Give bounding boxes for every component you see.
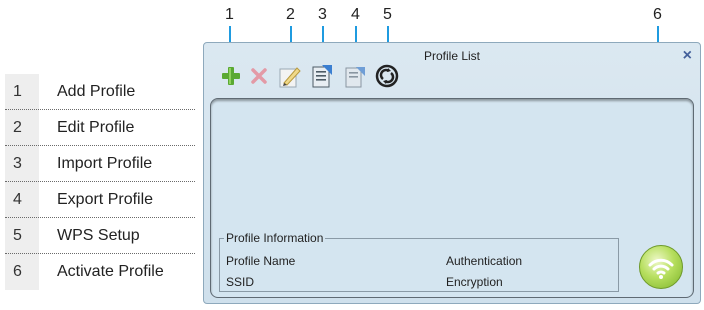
window-title: Profile List bbox=[423, 49, 481, 63]
export-profile-button[interactable] bbox=[341, 63, 367, 89]
authentication-label: Authentication bbox=[446, 254, 523, 268]
legend-label: Activate Profile bbox=[57, 263, 164, 280]
legend-label: Add Profile bbox=[57, 83, 136, 100]
wps-setup-button[interactable] bbox=[374, 63, 400, 89]
legend-label: Import Profile bbox=[57, 155, 153, 172]
ssid-label: SSID bbox=[226, 275, 255, 289]
profile-information-heading: Profile Information bbox=[224, 231, 326, 245]
profile-list-window: Profile List × Profile Information Profi… bbox=[203, 42, 701, 304]
encryption-label: Encryption bbox=[446, 275, 503, 289]
profile-name-label: Profile Name bbox=[226, 254, 296, 268]
callout-number: 3 bbox=[318, 6, 327, 23]
legend-row: 1 Add Profile bbox=[5, 74, 195, 110]
pencil-icon bbox=[276, 63, 302, 89]
legend-label: Edit Profile bbox=[57, 119, 135, 136]
legend-row: 4 Export Profile bbox=[5, 182, 195, 218]
close-button[interactable]: × bbox=[683, 47, 692, 65]
wifi-icon bbox=[640, 246, 682, 288]
legend-number: 2 bbox=[5, 110, 39, 146]
legend-table: 1 Add Profile 2 Edit Profile 3 Import Pr… bbox=[5, 74, 195, 290]
callout-number: 2 bbox=[286, 6, 295, 23]
callout-number: 6 bbox=[653, 6, 662, 23]
edit-profile-button[interactable] bbox=[276, 63, 302, 89]
legend-number: 1 bbox=[5, 74, 39, 110]
legend-label: WPS Setup bbox=[57, 227, 140, 244]
legend-number: 6 bbox=[5, 254, 39, 290]
legend-label: Export Profile bbox=[57, 191, 154, 208]
legend-row: 3 Import Profile bbox=[5, 146, 195, 182]
import-profile-button[interactable] bbox=[308, 63, 334, 89]
export-icon bbox=[341, 63, 367, 89]
legend-number: 3 bbox=[5, 146, 39, 182]
profile-information-group: Profile Information Profile Name SSID Au… bbox=[219, 231, 619, 292]
plus-icon bbox=[218, 63, 244, 89]
x-icon bbox=[246, 63, 272, 89]
wps-icon bbox=[374, 63, 400, 89]
import-icon bbox=[308, 63, 334, 89]
callout-number: 4 bbox=[351, 6, 360, 23]
delete-profile-button[interactable] bbox=[246, 63, 272, 89]
legend-row: 2 Edit Profile bbox=[5, 110, 195, 146]
add-profile-button[interactable] bbox=[218, 63, 244, 89]
activate-profile-button[interactable] bbox=[639, 245, 683, 289]
legend-number: 4 bbox=[5, 182, 39, 218]
legend-row: 5 WPS Setup bbox=[5, 218, 195, 254]
callout-number: 1 bbox=[225, 6, 234, 23]
legend-number: 5 bbox=[5, 218, 39, 254]
profile-list[interactable]: Profile Information Profile Name SSID Au… bbox=[210, 98, 694, 298]
legend-row: 6 Activate Profile bbox=[5, 254, 195, 290]
callout-number: 5 bbox=[383, 6, 392, 23]
